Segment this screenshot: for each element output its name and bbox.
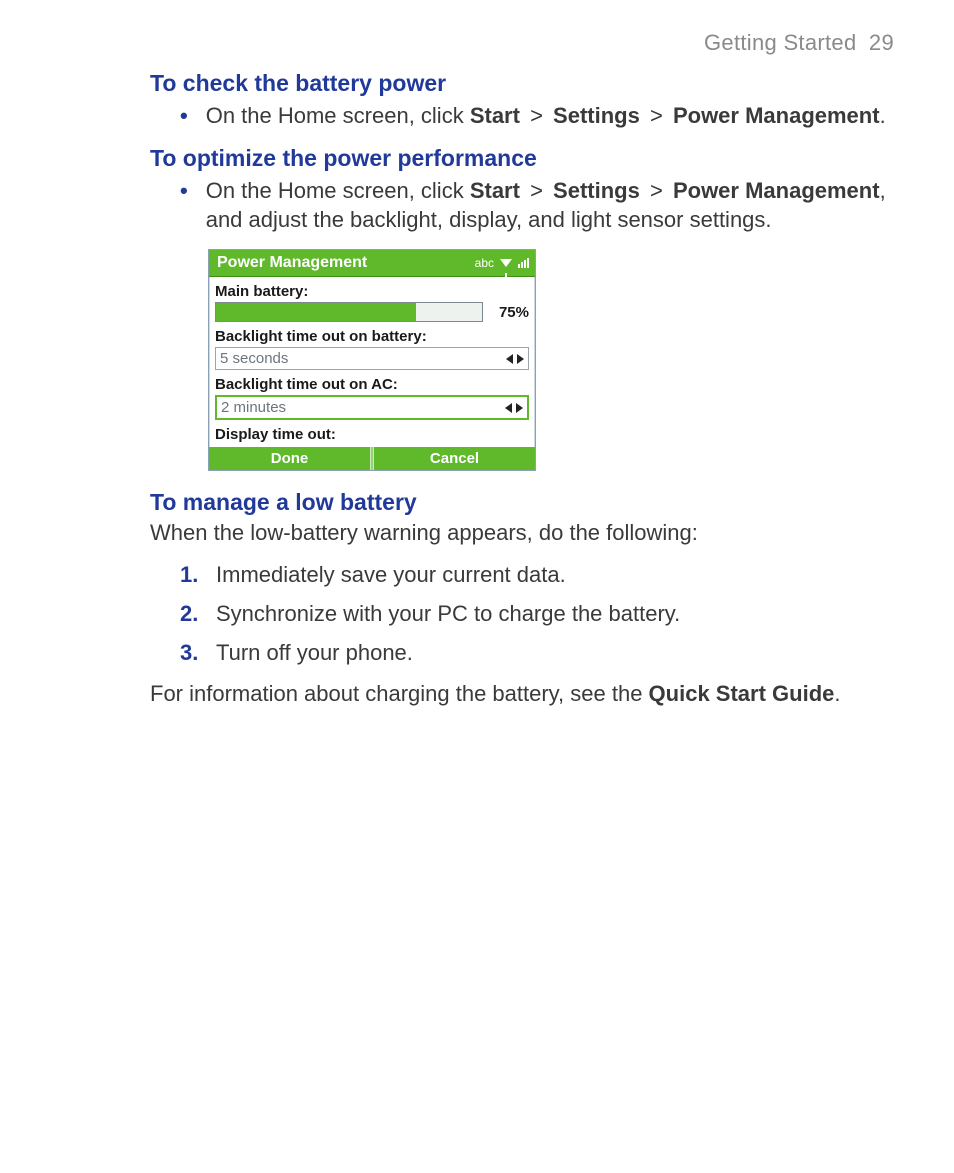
battery-bar-row: 75% <box>215 302 529 322</box>
backlight-ac-label: Backlight time out on AC: <box>215 376 529 393</box>
backlight-battery-value: 5 seconds <box>220 350 288 367</box>
device-screenshot: Power Management abc Main battery: 75% B… <box>208 249 536 471</box>
heading-manage-low-battery: To manage a low battery <box>150 489 894 516</box>
step-text: Synchronize with your PC to charge the b… <box>216 597 680 630</box>
manage-outro: For information about charging the batte… <box>150 679 894 709</box>
battery-percent: 75% <box>489 304 529 321</box>
bullet-text: On the Home screen, click Start > Settin… <box>206 101 886 131</box>
list-item: 2. Synchronize with your PC to charge th… <box>180 597 894 630</box>
page: Getting Started 29 To check the battery … <box>0 0 954 1173</box>
bullet-optimize-power: • On the Home screen, click Start > Sett… <box>180 176 894 235</box>
display-timeout-label: Display time out: <box>215 426 529 443</box>
quick-start-guide-ref: Quick Start Guide <box>649 681 835 706</box>
left-right-arrows[interactable] <box>506 354 524 364</box>
arrow-left-icon[interactable] <box>505 403 512 413</box>
softkey-cancel[interactable]: Cancel <box>374 447 535 470</box>
page-number: 29 <box>869 30 894 55</box>
arrow-left-icon[interactable] <box>506 354 513 364</box>
menu-settings: Settings <box>553 178 640 203</box>
battery-bar <box>215 302 483 322</box>
arrow-right-icon[interactable] <box>517 354 524 364</box>
step-text: Turn off your phone. <box>216 636 413 669</box>
device-title-text: Power Management <box>217 254 367 272</box>
softkey-done[interactable]: Done <box>209 447 370 470</box>
menu-start: Start <box>470 178 520 203</box>
menu-settings: Settings <box>553 103 640 128</box>
bullet-icon: • <box>180 176 188 235</box>
left-right-arrows[interactable] <box>505 403 523 413</box>
device-softkeys: Done Cancel <box>209 447 535 470</box>
filter-icon <box>500 259 512 267</box>
backlight-battery-selector[interactable]: 5 seconds <box>215 347 529 370</box>
heading-optimize-power: To optimize the power performance <box>150 145 894 172</box>
bullet-check-battery: • On the Home screen, click Start > Sett… <box>180 101 894 131</box>
step-text: Immediately save your current data. <box>216 558 566 591</box>
step-number: 1. <box>180 558 208 591</box>
input-mode-indicator: abc <box>475 256 494 270</box>
bullet-text: On the Home screen, click Start > Settin… <box>206 176 894 235</box>
device-status-icons: abc <box>475 256 529 270</box>
device-titlebar: Power Management abc <box>209 250 535 277</box>
bullet-icon: • <box>180 101 188 131</box>
menu-power-management: Power Management <box>673 178 880 203</box>
list-item: 3. Turn off your phone. <box>180 636 894 669</box>
running-header: Getting Started 29 <box>150 30 894 56</box>
list-item: 1. Immediately save your current data. <box>180 558 894 591</box>
battery-bar-fill <box>216 303 416 321</box>
step-number: 3. <box>180 636 208 669</box>
backlight-ac-selector[interactable]: 2 minutes <box>215 395 529 420</box>
step-number: 2. <box>180 597 208 630</box>
device-body: Main battery: 75% Backlight time out on … <box>209 277 535 447</box>
section-name: Getting Started <box>704 30 856 55</box>
manage-steps-list: 1. Immediately save your current data. 2… <box>180 558 894 669</box>
backlight-battery-label: Backlight time out on battery: <box>215 328 529 345</box>
arrow-right-icon[interactable] <box>516 403 523 413</box>
signal-icon <box>518 258 529 268</box>
menu-power-management: Power Management <box>673 103 880 128</box>
backlight-ac-value: 2 minutes <box>221 399 286 416</box>
main-battery-label: Main battery: <box>215 283 529 300</box>
menu-start: Start <box>470 103 520 128</box>
heading-check-battery: To check the battery power <box>150 70 894 97</box>
manage-intro: When the low-battery warning appears, do… <box>150 518 894 548</box>
